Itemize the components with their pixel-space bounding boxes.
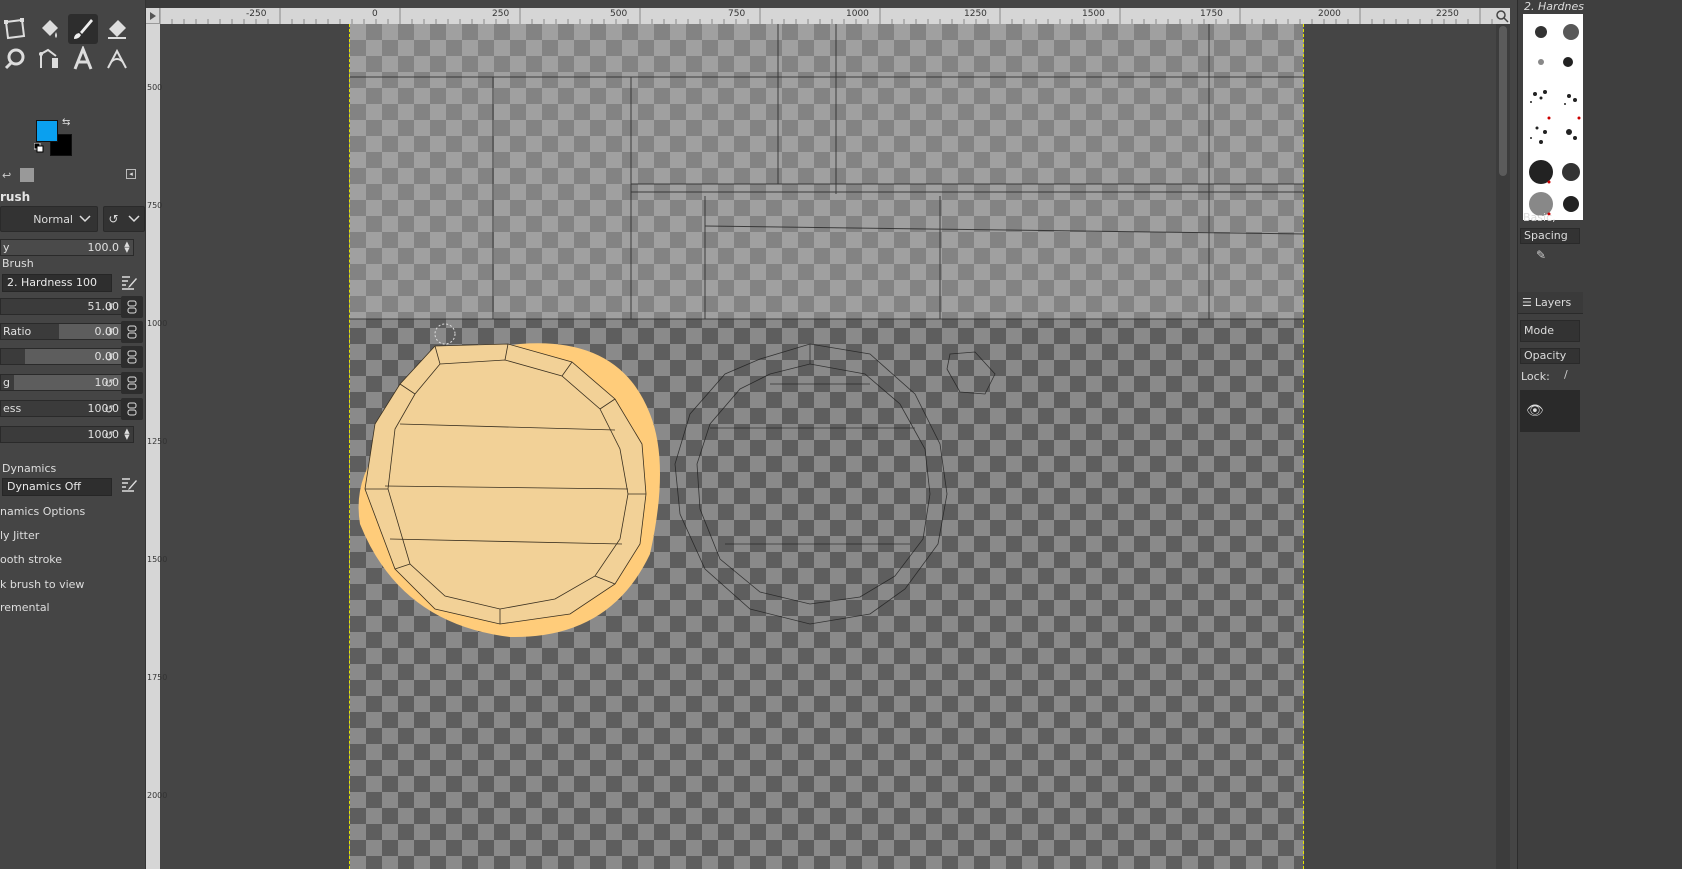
undo-history-tab-icon[interactable]: ↩	[2, 169, 11, 182]
brush-name-field[interactable]: 2. Hardness 100	[2, 274, 112, 292]
vertical-ruler[interactable]: 500 750 1000 1250 1500 1750 2000	[146, 24, 168, 869]
horizontal-ruler[interactable]: -250 0 250 500 750 1000 1250 1500 1750 2…	[160, 8, 1510, 24]
ruler-label: 1500	[147, 555, 168, 564]
spin-icon[interactable]: ▲▼	[122, 428, 132, 441]
aspect-ratio-label: Ratio	[3, 325, 32, 338]
lock-pixels-icon[interactable]: /	[1564, 368, 1568, 381]
edit-brush-icon[interactable]: ✎	[1536, 248, 1546, 262]
brush-cursor	[434, 323, 456, 345]
text-icon[interactable]	[68, 44, 98, 74]
eraser-icon[interactable]	[102, 14, 132, 44]
chain-link-icon[interactable]	[121, 296, 143, 318]
tab-layers[interactable]: ☰ Layers	[1518, 292, 1583, 314]
layers-tab-label: Layers	[1534, 296, 1572, 309]
zoom-icon[interactable]	[1494, 8, 1510, 24]
quick-mask-toggle[interactable]	[146, 8, 160, 24]
reset-icon[interactable]: ↺	[100, 374, 118, 392]
blend-space-select[interactable]: ↺	[103, 206, 145, 232]
warp-icon[interactable]	[0, 44, 30, 74]
image-canvas[interactable]	[349, 24, 1305, 869]
reset-icon[interactable]: ↺	[100, 426, 118, 444]
opacity-label: y	[3, 241, 10, 254]
foreground-color-swatch[interactable]	[36, 120, 58, 142]
chain-link-icon[interactable]	[121, 398, 143, 420]
hardness-label: ess	[3, 402, 22, 415]
spacing-label: g	[3, 376, 10, 389]
spacing-field[interactable]: Spacing	[1520, 228, 1580, 244]
apply-jitter-checkbox[interactable]: ly Jitter	[0, 529, 39, 542]
ruler-label: 500	[147, 83, 163, 92]
edit-dynamics-icon[interactable]	[118, 474, 140, 496]
tool-options-title: rush	[0, 190, 31, 204]
chevron-down-icon	[127, 215, 140, 223]
dynamics-options-expander[interactable]: namics Options	[0, 505, 85, 518]
configure-tab-icon[interactable]: ◂	[126, 169, 136, 179]
ruler-label: 1750	[147, 673, 168, 682]
tab-strip	[146, 0, 220, 8]
eye-icon[interactable]: 👁	[1526, 403, 1544, 419]
dynamics-field[interactable]: Dynamics Off	[2, 478, 112, 496]
toolbox-panel: ⇆ ↩ ◂ rush Normal ↺ y 100.0 ▲ ▼ Brush 2. …	[0, 0, 146, 869]
gimp-window: ⇆ ↩ ◂ rush Normal ↺ y 100.0 ▲ ▼ Brush 2. …	[0, 0, 1682, 869]
paths-icon[interactable]	[102, 44, 132, 74]
images-tab-icon[interactable]	[20, 168, 34, 182]
lock-brush-checkbox[interactable]: k brush to view	[0, 578, 84, 591]
mode-value: Normal	[33, 212, 73, 226]
ruler-ticks	[160, 8, 1505, 24]
layer-row[interactable]: 👁	[1520, 390, 1580, 432]
vertical-scrollbar[interactable]	[1496, 24, 1510, 869]
swap-colors-icon[interactable]: ⇆	[62, 117, 70, 128]
reset-icon[interactable]: ↺	[100, 323, 118, 341]
layer-opacity-field[interactable]: Opacity	[1520, 348, 1580, 364]
mode-select[interactable]: Normal	[0, 206, 98, 232]
transform-tool-icon[interactable]	[0, 14, 30, 44]
brush-grid[interactable]	[1523, 14, 1583, 220]
options-tabs: ↩ ◂	[0, 167, 146, 187]
brush-panel-title: 2. Hardnes	[1524, 0, 1584, 13]
layer-mode-select[interactable]: Mode	[1520, 320, 1580, 342]
lock-label: Lock:	[1521, 370, 1550, 383]
bucket-fill-icon[interactable]	[34, 14, 64, 44]
chevron-down-icon	[79, 215, 91, 223]
image-window: -250 0 250 500 750 1000 1250 1500 1750 2…	[146, 0, 1517, 869]
default-colors-icon[interactable]	[33, 142, 44, 153]
brush-label: Brush	[2, 257, 34, 270]
brush-thumbnails	[1529, 24, 1581, 216]
paintbrush-icon[interactable]	[68, 14, 98, 44]
edit-brush-icon[interactable]	[118, 272, 140, 294]
dynamics-label: Dynamics	[2, 462, 57, 475]
uv-wireframe	[350, 24, 1305, 638]
measure-icon[interactable]	[34, 44, 64, 74]
incremental-checkbox[interactable]: remental	[0, 601, 50, 614]
layers-icon: ☰	[1522, 296, 1532, 309]
spin-icon[interactable]: ▲▼	[122, 241, 132, 254]
ruler-label: 750	[147, 201, 163, 210]
scrollbar-thumb[interactable]	[1499, 26, 1507, 176]
reset-icon: ↺	[108, 212, 119, 226]
right-dock: 2. Hardnes Basic, Spacing ✎ ☰ Layers Mod…	[1517, 0, 1682, 869]
smooth-stroke-checkbox[interactable]: ooth stroke	[0, 553, 62, 566]
opacity-slider[interactable]: y 100.0 ▲ ▼	[0, 239, 134, 256]
chain-link-icon[interactable]	[121, 321, 143, 343]
ruler-label: 2000	[147, 791, 168, 800]
brush-category: Basic,	[1523, 211, 1556, 224]
chain-link-icon[interactable]	[121, 372, 143, 394]
reset-icon[interactable]: ↺	[100, 298, 118, 316]
ruler-label: 1000	[147, 319, 168, 328]
reset-icon[interactable]: ↺	[100, 348, 118, 366]
reset-icon[interactable]: ↺	[100, 400, 118, 418]
ruler-label: 1250	[147, 437, 168, 446]
opacity-value: 100.0	[87, 241, 120, 254]
chain-link-icon[interactable]	[121, 346, 143, 368]
